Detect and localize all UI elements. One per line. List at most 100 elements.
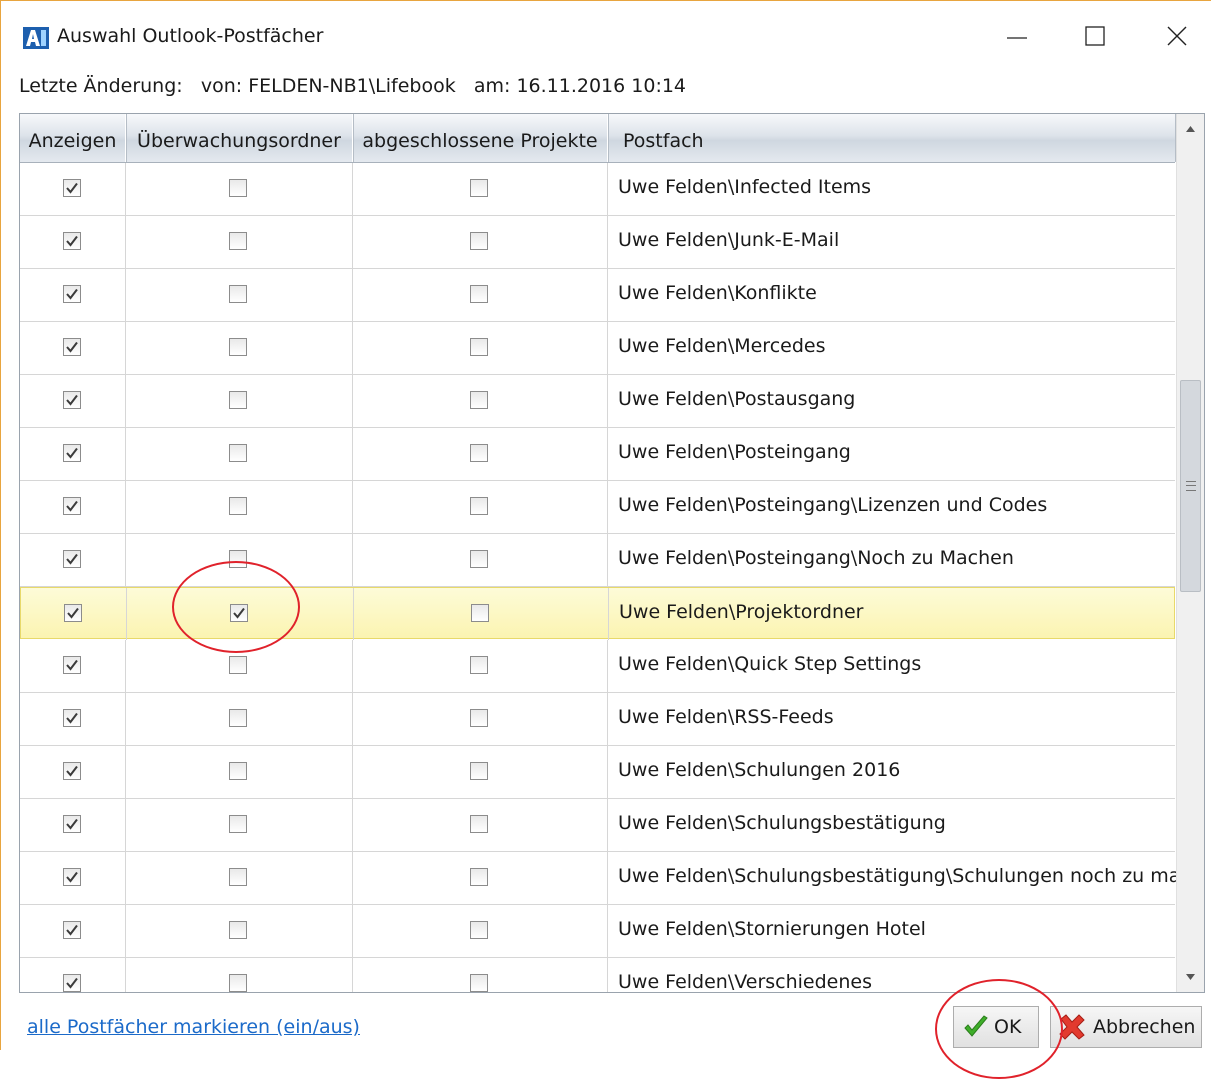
close-button[interactable] — [1153, 17, 1201, 57]
show-checkbox[interactable] — [63, 868, 81, 886]
closed-projects-cell — [354, 588, 609, 640]
cancel-button[interactable]: Abbrechen — [1050, 1006, 1202, 1048]
closed-projects-checkbox[interactable] — [470, 762, 488, 780]
column-header-postfach[interactable]: Postfach — [608, 114, 1175, 162]
monitor-folder-cell — [126, 958, 353, 992]
closed-projects-checkbox[interactable] — [470, 815, 488, 833]
table-row[interactable]: Uwe Felden\Stornierungen Hotel — [20, 905, 1175, 958]
monitor-folder-checkbox[interactable] — [229, 709, 247, 727]
table-row[interactable]: Uwe Felden\Posteingang\Noch zu Machen — [20, 534, 1175, 587]
closed-projects-checkbox[interactable] — [470, 285, 488, 303]
monitor-folder-checkbox[interactable] — [229, 497, 247, 515]
show-checkbox[interactable] — [63, 550, 81, 568]
cancel-label: Abbrechen — [1093, 1016, 1196, 1038]
monitor-folder-checkbox[interactable] — [229, 179, 247, 197]
mailbox-path: Uwe Felden\Konflikte — [618, 282, 817, 304]
show-checkbox[interactable] — [63, 232, 81, 250]
closed-projects-checkbox[interactable] — [470, 921, 488, 939]
green-checkmark-icon — [964, 1015, 988, 1037]
column-header-abgeschlossene-projekte[interactable]: abgeschlossene Projekte — [353, 114, 608, 162]
show-cell — [20, 693, 126, 745]
monitor-folder-checkbox[interactable] — [230, 604, 248, 622]
ok-button[interactable]: OK — [953, 1006, 1039, 1048]
table-row[interactable]: Uwe Felden\Mercedes — [20, 322, 1175, 375]
closed-projects-cell — [353, 852, 608, 904]
show-checkbox[interactable] — [63, 179, 81, 197]
closed-projects-checkbox[interactable] — [471, 604, 489, 622]
monitor-folder-checkbox[interactable] — [229, 921, 247, 939]
monitor-folder-checkbox[interactable] — [229, 762, 247, 780]
monitor-folder-checkbox[interactable] — [229, 338, 247, 356]
closed-projects-checkbox[interactable] — [470, 338, 488, 356]
monitor-folder-cell — [126, 216, 353, 268]
closed-projects-cell — [353, 481, 608, 533]
closed-projects-checkbox[interactable] — [470, 974, 488, 992]
scroll-up-button[interactable] — [1177, 114, 1204, 144]
table-row[interactable]: Uwe Felden\Projektordner — [20, 587, 1175, 640]
mailbox-path: Uwe Felden\Junk-E-Mail — [618, 229, 840, 251]
monitor-folder-checkbox[interactable] — [229, 232, 247, 250]
minimize-icon — [1007, 37, 1027, 39]
mailbox-path-cell: Uwe Felden\Mercedes — [608, 322, 1175, 374]
title-bar[interactable]: Auswahl Outlook-Postfächer — [1, 1, 1212, 69]
vertical-scrollbar[interactable] — [1176, 114, 1204, 992]
maximize-button[interactable] — [1072, 17, 1120, 57]
table-row[interactable]: Uwe Felden\Junk-E-Mail — [20, 216, 1175, 269]
closed-projects-checkbox[interactable] — [470, 179, 488, 197]
table-row[interactable]: Uwe Felden\Schulungen 2016 — [20, 746, 1175, 799]
monitor-folder-checkbox[interactable] — [229, 550, 247, 568]
show-checkbox[interactable] — [63, 709, 81, 727]
monitor-folder-cell — [126, 799, 353, 851]
monitor-folder-checkbox[interactable] — [229, 285, 247, 303]
closed-projects-checkbox[interactable] — [470, 497, 488, 515]
mailbox-path-cell: Uwe Felden\Quick Step Settings — [608, 640, 1175, 692]
show-checkbox[interactable] — [63, 444, 81, 462]
show-cell — [20, 799, 126, 851]
closed-projects-checkbox[interactable] — [470, 550, 488, 568]
table-row[interactable]: Uwe Felden\Schulungsbestätigung\Schulung… — [20, 852, 1180, 905]
show-checkbox[interactable] — [63, 391, 81, 409]
show-checkbox[interactable] — [63, 921, 81, 939]
closed-projects-cell — [353, 534, 608, 586]
closed-projects-checkbox[interactable] — [470, 868, 488, 886]
table-row[interactable]: Uwe Felden\Schulungsbestätigung — [20, 799, 1175, 852]
table-row[interactable]: Uwe Felden\Verschiedenes — [20, 958, 1175, 992]
show-cell — [20, 852, 126, 904]
toggle-all-mailboxes-link[interactable]: alle Postfächer markieren (ein/aus) — [27, 1016, 360, 1038]
column-header-anzeigen[interactable]: Anzeigen — [20, 114, 126, 162]
show-checkbox[interactable] — [64, 604, 82, 622]
monitor-folder-checkbox[interactable] — [229, 444, 247, 462]
table-row[interactable]: Uwe Felden\Infected Items — [20, 163, 1175, 216]
show-checkbox[interactable] — [63, 815, 81, 833]
closed-projects-cell — [353, 163, 608, 215]
closed-projects-checkbox[interactable] — [470, 444, 488, 462]
mailbox-path-cell: Uwe Felden\Konflikte — [608, 269, 1175, 321]
show-checkbox[interactable] — [63, 762, 81, 780]
minimize-button[interactable] — [993, 17, 1041, 57]
monitor-folder-checkbox[interactable] — [229, 391, 247, 409]
column-header-ueberwachungsordner[interactable]: Überwachungsordner — [126, 114, 353, 162]
scrollbar-thumb[interactable] — [1180, 380, 1201, 592]
table-row[interactable]: Uwe Felden\Posteingang\Lizenzen und Code… — [20, 481, 1175, 534]
mailbox-path: Uwe Felden\Schulungsbestätigung — [618, 812, 946, 834]
monitor-folder-checkbox[interactable] — [229, 974, 247, 992]
show-checkbox[interactable] — [63, 285, 81, 303]
closed-projects-checkbox[interactable] — [470, 232, 488, 250]
table-row[interactable]: Uwe Felden\Posteingang — [20, 428, 1175, 481]
show-checkbox[interactable] — [63, 338, 81, 356]
monitor-folder-checkbox[interactable] — [229, 815, 247, 833]
closed-projects-checkbox[interactable] — [470, 656, 488, 674]
show-checkbox[interactable] — [63, 656, 81, 674]
table-row[interactable]: Uwe Felden\RSS-Feeds — [20, 693, 1175, 746]
show-checkbox[interactable] — [63, 497, 81, 515]
table-row[interactable]: Uwe Felden\Quick Step Settings — [20, 640, 1175, 693]
table-row[interactable]: Uwe Felden\Konflikte — [20, 269, 1175, 322]
monitor-folder-checkbox[interactable] — [229, 656, 247, 674]
monitor-folder-checkbox[interactable] — [229, 868, 247, 886]
closed-projects-cell — [353, 428, 608, 480]
closed-projects-checkbox[interactable] — [470, 391, 488, 409]
scroll-down-button[interactable] — [1177, 962, 1204, 992]
show-checkbox[interactable] — [63, 974, 81, 992]
closed-projects-checkbox[interactable] — [470, 709, 488, 727]
table-row[interactable]: Uwe Felden\Postausgang — [20, 375, 1175, 428]
